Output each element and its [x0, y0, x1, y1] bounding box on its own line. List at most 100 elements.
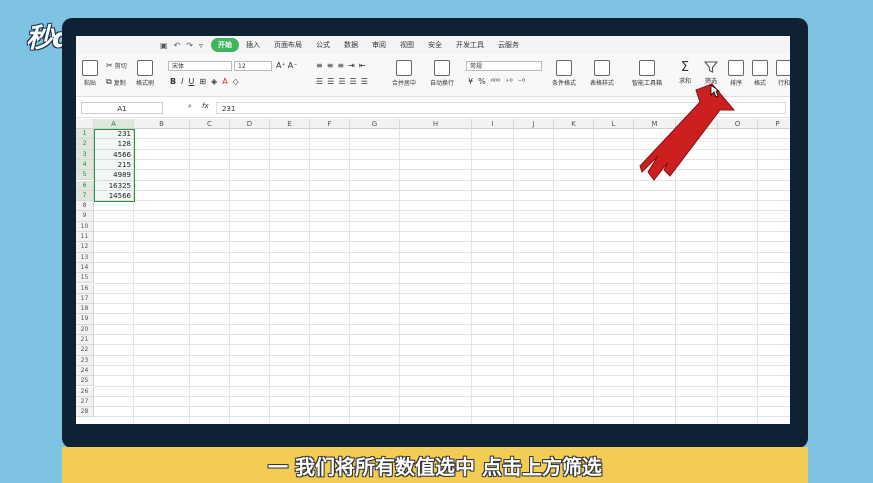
redo-icon[interactable]: ↷	[186, 41, 193, 50]
row-header-17[interactable]: 17	[76, 293, 94, 305]
tab-insert[interactable]: 插入	[239, 38, 267, 52]
select-all-corner[interactable]	[76, 119, 94, 129]
font-size-select[interactable]: 12	[234, 61, 272, 71]
copy-button[interactable]: ⧉ 复制	[106, 77, 126, 87]
tab-formulas[interactable]: 公式	[309, 38, 337, 52]
tab-page-layout[interactable]: 页面布局	[267, 38, 309, 52]
row-header-25[interactable]: 25	[76, 376, 94, 387]
column-header-E[interactable]: E	[270, 119, 310, 129]
row-header-1[interactable]: 1	[76, 129, 94, 140]
row-header-22[interactable]: 22	[76, 345, 94, 356]
cell-A3[interactable]: 4566	[94, 150, 134, 160]
zoom-icon[interactable]: ⌕	[188, 102, 192, 111]
tab-review[interactable]: 审阅	[365, 38, 393, 52]
clear-icon[interactable]: ◇	[233, 77, 239, 86]
align-right-icon[interactable]: ☰	[338, 77, 345, 86]
row-header-9[interactable]: 9	[76, 211, 94, 222]
column-header-H[interactable]: H	[400, 119, 472, 129]
row-header-19[interactable]: 19	[76, 314, 94, 325]
row-header-27[interactable]: 27	[76, 396, 94, 408]
cell-A4[interactable]: 215	[94, 160, 134, 170]
row-header-6[interactable]: 6	[76, 180, 94, 191]
row-header-21[interactable]: 21	[76, 335, 94, 346]
cell-A1[interactable]: 231	[94, 129, 134, 139]
align-center-icon[interactable]: ☰	[327, 77, 334, 86]
align-bottom-icon[interactable]: ≡	[337, 61, 344, 70]
row-header-7[interactable]: 7	[76, 190, 94, 202]
row-header-16[interactable]: 16	[76, 283, 94, 294]
row-header-10[interactable]: 10	[76, 221, 94, 232]
fx-icon[interactable]: fx	[202, 102, 209, 110]
rows-cols-button[interactable]: 行和	[776, 60, 790, 87]
column-header-L[interactable]: L	[594, 119, 634, 129]
cell-A2[interactable]: 128	[94, 139, 134, 149]
percent-icon[interactable]: %	[478, 77, 486, 86]
row-header-5[interactable]: 5	[76, 170, 94, 181]
merge-center-button[interactable]: 合并居中	[392, 60, 416, 87]
column-header-G[interactable]: G	[350, 119, 400, 129]
wrap-text-button[interactable]: 自动换行	[430, 60, 454, 87]
column-header-A[interactable]: A	[94, 119, 134, 129]
more-icon[interactable]: ▿	[199, 41, 203, 50]
column-header-J[interactable]: J	[514, 119, 554, 129]
column-header-C[interactable]: C	[190, 119, 230, 129]
row-header-26[interactable]: 26	[76, 386, 94, 397]
border-icon[interactable]: ⊞	[199, 77, 206, 86]
row-header-13[interactable]: 13	[76, 252, 94, 263]
cut-button[interactable]: ✂ 剪切	[106, 61, 127, 70]
name-box[interactable]: A1	[81, 102, 163, 114]
column-header-I[interactable]: I	[472, 119, 514, 129]
align-middle-icon[interactable]: ≡	[327, 61, 334, 70]
italic-icon[interactable]: I	[181, 77, 183, 86]
tab-data[interactable]: 数据	[337, 38, 365, 52]
row-header-11[interactable]: 11	[76, 232, 94, 243]
indent-icon[interactable]: ⇥	[348, 61, 355, 70]
fill-color-icon[interactable]: ◈	[211, 77, 217, 86]
increase-decimal-icon[interactable]: ⁺⁰	[505, 77, 512, 86]
conditional-format-button[interactable]: 条件格式	[552, 60, 576, 87]
align-top-icon[interactable]: ≡	[316, 61, 323, 70]
column-header-K[interactable]: K	[554, 119, 594, 129]
tab-cloud[interactable]: 云服务	[491, 38, 526, 52]
tab-security[interactable]: 安全	[421, 38, 449, 52]
column-header-B[interactable]: B	[134, 119, 190, 129]
row-header-23[interactable]: 23	[76, 355, 94, 366]
save-icon[interactable]: ▣	[160, 41, 168, 50]
format-painter-button[interactable]: 格式刷	[136, 60, 154, 87]
column-header-P[interactable]: P	[758, 119, 790, 129]
cell-A7[interactable]: 14566	[94, 191, 134, 201]
row-header-4[interactable]: 4	[76, 159, 94, 171]
column-header-D[interactable]: D	[230, 119, 270, 129]
cell-A5[interactable]: 4989	[94, 170, 134, 180]
row-header-8[interactable]: 8	[76, 201, 94, 212]
distributed-icon[interactable]: ☰	[361, 77, 368, 86]
align-left-icon[interactable]: ☰	[316, 77, 323, 86]
undo-icon[interactable]: ↶	[174, 41, 181, 50]
tab-developer[interactable]: 开发工具	[449, 38, 491, 52]
tab-home[interactable]: 开始	[210, 38, 239, 52]
thousands-icon[interactable]: ⁰⁰⁰	[491, 77, 501, 86]
increase-font-icon[interactable]: A⁺	[276, 61, 286, 70]
column-header-F[interactable]: F	[310, 119, 350, 129]
format-button[interactable]: 格式	[752, 60, 768, 87]
bold-icon[interactable]: B	[170, 77, 176, 86]
tab-view[interactable]: 视图	[393, 38, 421, 52]
row-header-24[interactable]: 24	[76, 365, 94, 377]
row-header-2[interactable]: 2	[76, 139, 94, 150]
decrease-decimal-icon[interactable]: ⁻⁰	[518, 77, 525, 86]
row-header-12[interactable]: 12	[76, 242, 94, 253]
row-header-18[interactable]: 18	[76, 304, 94, 315]
justify-icon[interactable]: ☰	[350, 77, 357, 86]
row-header-20[interactable]: 20	[76, 324, 94, 335]
outdent-icon[interactable]: ⇤	[359, 61, 366, 70]
number-format-select[interactable]: 常规	[466, 61, 542, 71]
table-style-button[interactable]: 表格样式	[590, 60, 614, 87]
paste-button[interactable]: 粘贴	[82, 60, 98, 87]
row-header-28[interactable]: 28	[76, 407, 94, 418]
row-header-15[interactable]: 15	[76, 273, 94, 284]
underline-icon[interactable]: U	[188, 77, 194, 86]
row-header-14[interactable]: 14	[76, 262, 94, 274]
row-header-3[interactable]: 3	[76, 149, 94, 160]
decrease-font-icon[interactable]: A⁻	[288, 61, 298, 70]
currency-icon[interactable]: ¥	[468, 77, 473, 86]
